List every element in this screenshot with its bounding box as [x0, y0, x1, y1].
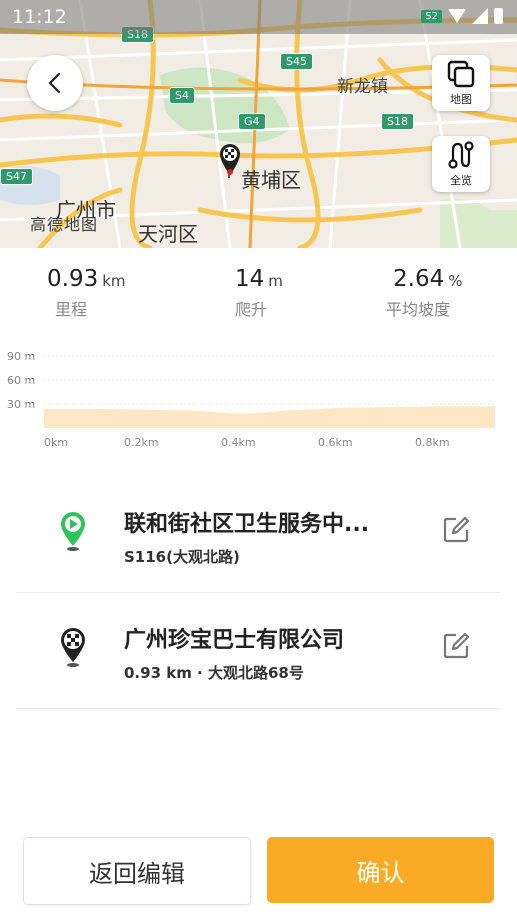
overview-label: 全览	[450, 174, 472, 187]
x-tick-label: 0.6km	[318, 436, 353, 449]
road-badge-s18-right: S18	[381, 113, 414, 130]
status-icons: S2	[421, 8, 503, 24]
start-pin-icon	[58, 510, 88, 556]
slope-value: 2.64	[393, 266, 445, 292]
end-point-title: 广州珍宝巴士有限公司	[124, 628, 345, 653]
map-layer-button[interactable]: 地图	[432, 55, 490, 111]
climb-unit: m	[268, 272, 283, 290]
route-map[interactable]: S18 S45 S4 G4 S18 S47 新龙镇 黄埔区 广州市 天河区 高德…	[0, 0, 517, 248]
y-tick-label: 30 m	[7, 398, 35, 411]
road-badge-s4: S4	[169, 87, 195, 104]
x-tick-label: 0.8km	[415, 436, 450, 449]
stat-climb: 14 m 爬升	[235, 266, 283, 320]
road-badge-s45: S45	[280, 53, 313, 70]
route-overview-icon	[448, 141, 474, 169]
overview-button[interactable]: 全览	[432, 136, 490, 192]
map-label-huangpu: 黄埔区	[241, 168, 301, 192]
signal-icon	[472, 8, 488, 24]
x-tick-label: 0km	[44, 436, 68, 449]
end-point-subtitle: 0.93 km · 大观北路68号	[124, 664, 304, 682]
distance-label: 里程	[55, 300, 88, 319]
route-stats: 0.93 km 里程 14 m 爬升 2.64% 平均坡度	[0, 266, 517, 326]
map-label-tianhe: 天河区	[138, 222, 198, 246]
elevation-area	[44, 406, 495, 428]
end-pin-icon	[58, 626, 88, 672]
slope-label: 平均坡度	[386, 300, 451, 319]
start-point-subtitle: S116(大观北路)	[124, 548, 240, 566]
status-time: 11:12	[12, 6, 67, 28]
status-bar: 11:12 S2	[0, 0, 517, 34]
map-label-xinlong: 新龙镇	[337, 77, 388, 97]
distance-value: 0.93	[47, 266, 99, 292]
distance-unit: km	[102, 272, 126, 290]
confirm-button[interactable]: 确认	[267, 837, 494, 903]
x-tick-label: 0.4km	[221, 436, 256, 449]
map-layer-label: 地图	[450, 93, 472, 106]
y-tick-label: 90 m	[7, 350, 35, 363]
start-point-title: 联和街社区卫生服务中...	[124, 512, 370, 537]
edit-start-icon[interactable]	[442, 516, 470, 548]
road-badge-s47: S47	[0, 168, 33, 185]
climb-value: 14	[235, 266, 265, 292]
wifi-icon	[448, 9, 466, 23]
climb-label: 爬升	[235, 300, 268, 319]
road-badge-g4: G4	[238, 113, 266, 130]
end-point-row[interactable]: 广州珍宝巴士有限公司 0.93 km · 大观北路68号	[16, 592, 500, 709]
stat-slope: 2.64% 平均坡度	[386, 266, 463, 320]
elevation-chart: 90 m 60 m 30 m 0km 0.2km 0.4km 0.6km 0.8km	[7, 350, 495, 449]
slope-unit: %	[448, 272, 463, 290]
stat-distance: 0.93 km 里程	[47, 266, 126, 320]
x-tick-label: 0.2km	[124, 436, 159, 449]
battery-icon	[494, 8, 503, 24]
edit-end-icon[interactable]	[442, 632, 470, 664]
back-button[interactable]	[27, 55, 83, 111]
gaode-logo: 高德地图	[30, 215, 99, 234]
status-badge: S2	[421, 9, 442, 23]
chevron-left-icon	[48, 72, 61, 94]
y-tick-label: 60 m	[7, 374, 35, 387]
back-edit-button[interactable]: 返回编辑	[23, 837, 251, 905]
start-point-row[interactable]: 联和街社区卫生服务中... S116(大观北路)	[16, 476, 500, 593]
layers-icon	[447, 60, 475, 88]
